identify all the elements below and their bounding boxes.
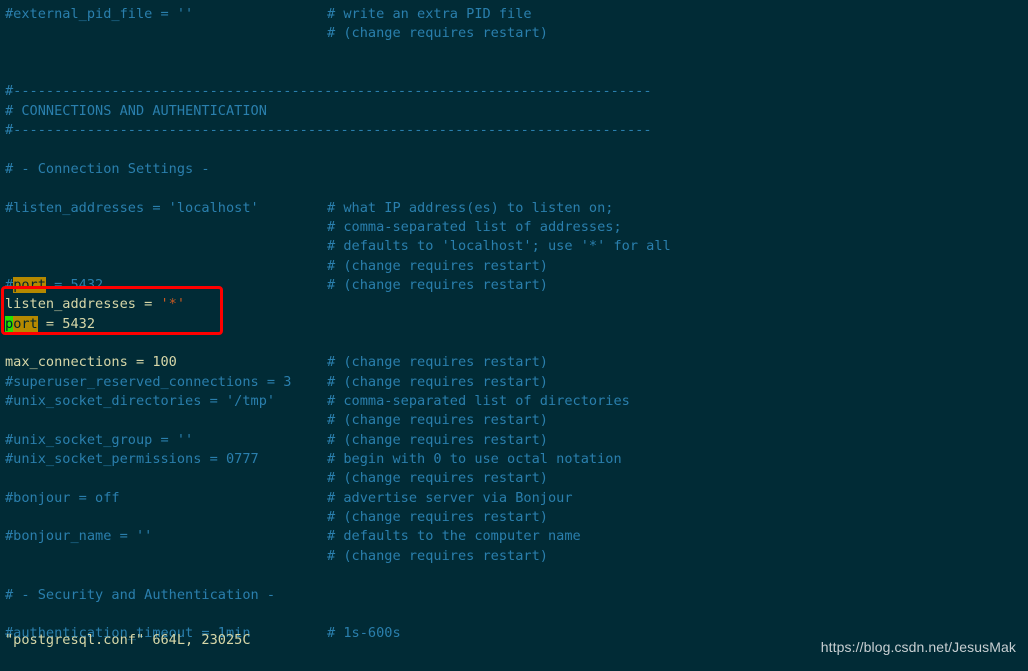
inline-comment-text: # (change requires restart) [327,412,548,429]
inline-comment-text: # (change requires restart) [327,276,548,293]
text-line[interactable]: # (change requires restart) [0,411,1028,430]
text-line[interactable] [0,140,1028,159]
inline-comment-text: # (change requires restart) [327,373,548,390]
text-line[interactable]: # (change requires restart) [0,24,1028,43]
config-line-text: #listen_addresses = 'localhost' [5,199,259,216]
config-line-text: # - Connection Settings - [5,160,210,177]
inline-comment-text: # begin with 0 to use octal notation [327,451,622,468]
text-line[interactable] [0,44,1028,63]
text-line[interactable]: #external_pid_file = '' # write an extra … [0,5,1028,24]
inline-comment-text: # (change requires restart) [327,25,548,42]
inline-comment-text: # advertise server via Bonjour [327,489,573,506]
config-line-text: #unix_socket_permissions = 0777 [5,451,259,468]
inline-comment-text: # what IP address(es) to listen on; [327,199,614,216]
config-line-text: #port = 5432 [5,276,104,293]
text-line[interactable]: #---------------------------------------… [0,82,1028,101]
text-line[interactable] [0,566,1028,585]
inline-comment-text: # defaults to 'localhost'; use '*' for a… [327,238,671,255]
config-line-text: max_connections = 100 [5,354,177,371]
text-line[interactable]: #superuser_reserved_connections = 3 # (ch… [0,373,1028,392]
vim-text-buffer[interactable]: #external_pid_file = '' # write an extra … [0,0,1028,642]
text-line[interactable]: port = 5432 [0,315,1028,334]
inline-comment-text: # defaults to the computer name [327,528,581,545]
inline-comment-text: # write an extra PID file [327,6,532,22]
text-line[interactable]: # (change requires restart) [0,469,1028,488]
inline-comment-text: # (change requires restart) [327,431,548,448]
terminal-screen: #external_pid_file = '' # write an extra … [0,0,1028,671]
text-line[interactable]: # CONNECTIONS AND AUTHENTICATION [0,102,1028,121]
text-line[interactable]: #bonjour = off # advertise server via Bon… [0,489,1028,508]
vim-status-line: "postgresql.conf" 664L, 23025C [5,632,251,648]
text-line[interactable]: # (change requires restart) [0,508,1028,527]
text-line[interactable]: # - Security and Authentication - [0,586,1028,605]
config-line-text: #---------------------------------------… [5,122,652,139]
inline-comment-text: # (change requires restart) [327,257,548,274]
text-line[interactable]: listen_addresses = '*' [0,295,1028,314]
config-line-text: #unix_socket_directories = '/tmp' [5,393,276,409]
text-line[interactable] [0,63,1028,82]
inline-comment-text: # (change requires restart) [327,354,548,371]
config-line-text: #---------------------------------------… [5,83,652,100]
text-line[interactable]: #unix_socket_permissions = 0777 # begin w… [0,450,1028,469]
config-line-text: #unix_socket_group = '' [5,431,194,448]
config-line-text: # CONNECTIONS AND AUTHENTICATION [5,102,267,119]
watermark-url: https://blog.csdn.net/JesusMak [820,639,1016,655]
inline-comment-text: # (change requires restart) [327,547,548,564]
text-line[interactable]: # defaults to 'localhost'; use '*' for a… [0,237,1028,256]
config-line-text: #external_pid_file = '' [5,6,194,22]
config-line-text: #bonjour_name = '' [5,528,153,545]
text-line[interactable]: # (change requires restart) [0,257,1028,276]
text-line[interactable]: # (change requires restart) [0,547,1028,566]
config-line-text: #bonjour = off [5,489,120,506]
inline-comment-text: # (change requires restart) [327,470,548,487]
inline-comment-text: # comma-separated list of directories [327,393,630,409]
inline-comment-text: # 1s-600s [327,625,401,642]
text-line[interactable]: # comma-separated list of addresses; [0,218,1028,237]
config-line-text: port = 5432 [5,315,96,332]
text-line[interactable]: #listen_addresses = 'localhost' # what IP… [0,199,1028,218]
inline-comment-text: # comma-separated list of addresses; [327,218,622,235]
text-line[interactable] [0,334,1028,353]
text-line[interactable] [0,179,1028,198]
text-line[interactable]: #unix_socket_directories = '/tmp' # comma… [0,392,1028,411]
text-line[interactable]: #unix_socket_group = '' # (change require… [0,431,1028,450]
text-line[interactable]: max_connections = 100 # (change requires … [0,353,1028,372]
config-line-text: listen_addresses = '*' [5,296,186,313]
config-line-text: # - Security and Authentication - [5,586,276,603]
inline-comment-text: # (change requires restart) [327,509,548,526]
text-line[interactable]: #---------------------------------------… [0,121,1028,140]
text-line[interactable]: # - Connection Settings - [0,160,1028,179]
text-line[interactable]: #bonjour_name = '' # defaults to the comp… [0,527,1028,546]
config-line-text: #superuser_reserved_connections = 3 [5,373,292,390]
text-line[interactable] [0,605,1028,624]
text-line[interactable]: #port = 5432 # (change requires restart) [0,276,1028,295]
